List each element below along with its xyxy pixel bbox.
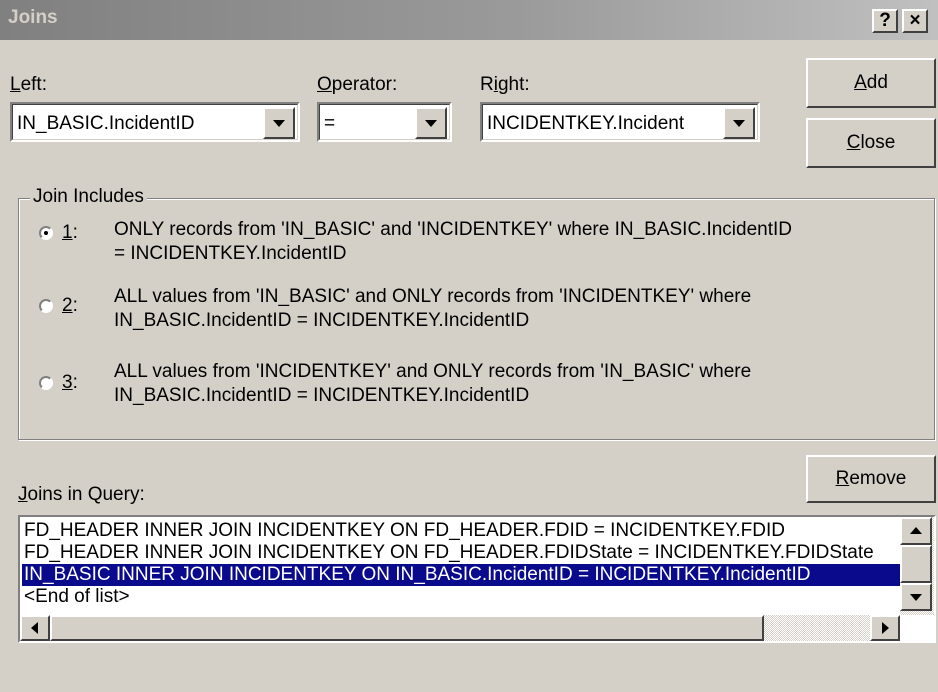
vertical-scrollbar[interactable] — [900, 517, 934, 615]
join-option-3-radio[interactable] — [39, 376, 53, 390]
list-item[interactable]: FD_HEADER INNER JOIN INCIDENTKEY ON FD_H… — [24, 542, 904, 564]
help-icon: ? — [879, 10, 891, 31]
right-field-select[interactable]: INCIDENTKEY.Incident — [480, 102, 760, 142]
close-button[interactable]: Close — [806, 118, 936, 168]
arrow-down-icon — [910, 594, 922, 601]
list-item[interactable]: FD_HEADER INNER JOIN INCIDENTKEY ON FD_H… — [24, 520, 904, 542]
right-dropdown-button[interactable] — [723, 107, 755, 139]
join-option-2-radio[interactable] — [39, 299, 53, 313]
scroll-right-button[interactable] — [870, 615, 900, 641]
join-option-3-number[interactable]: 3: — [62, 372, 78, 394]
window-title: Joins — [8, 7, 58, 28]
arrow-up-icon — [910, 527, 922, 534]
operator-dropdown-button[interactable] — [415, 107, 447, 139]
join-includes-title: Join Includes — [30, 186, 147, 208]
operator-value: = — [324, 113, 336, 134]
close-window-button[interactable]: × — [902, 9, 928, 33]
joins-in-query-label: Joins in Query: — [18, 484, 145, 505]
scroll-down-button[interactable] — [900, 583, 932, 611]
joins-listbox[interactable]: FD_HEADER INNER JOIN INCIDENTKEY ON FD_H… — [18, 515, 936, 643]
arrow-right-icon — [882, 622, 889, 634]
right-field-value: INCIDENTKEY.Incident — [487, 113, 685, 134]
list-item-selected[interactable]: IN_BASIC INNER JOIN INCIDENTKEY ON IN_BA… — [22, 564, 902, 586]
chevron-down-icon — [733, 120, 745, 127]
vertical-scroll-thumb[interactable] — [900, 545, 932, 583]
left-dropdown-button[interactable] — [263, 107, 295, 139]
left-field-value: IN_BASIC.IncidentID — [17, 113, 195, 134]
horizontal-scroll-thumb[interactable] — [50, 615, 764, 641]
join-option-2-label[interactable]: ALL values from 'IN_BASIC' and ONLY reco… — [114, 285, 751, 333]
chevron-down-icon — [273, 120, 285, 127]
close-icon: × — [909, 10, 921, 31]
join-option-3-label[interactable]: ALL values from 'INCIDENTKEY' and ONLY r… — [114, 360, 751, 408]
join-option-2-number[interactable]: 2: — [62, 295, 78, 317]
left-label: Left: — [10, 74, 47, 95]
join-option-1-number[interactable]: 1: — [62, 222, 78, 244]
scroll-left-button[interactable] — [20, 615, 50, 641]
right-label: Right: — [480, 74, 530, 95]
arrow-left-icon — [31, 622, 38, 634]
help-button[interactable]: ? — [872, 9, 898, 33]
left-field-select[interactable]: IN_BASIC.IncidentID — [10, 102, 300, 142]
operator-label: Operator: — [317, 74, 398, 95]
add-button[interactable]: Add — [806, 58, 936, 108]
chevron-down-icon — [425, 120, 437, 127]
join-option-1-radio[interactable] — [39, 226, 53, 240]
scroll-up-button[interactable] — [900, 517, 932, 545]
remove-button[interactable]: Remove — [806, 455, 936, 503]
operator-select[interactable]: = — [317, 102, 452, 142]
title-bar[interactable]: Joins ? × — [0, 0, 938, 40]
list-item-end[interactable]: <End of list> — [24, 586, 904, 608]
horizontal-scrollbar[interactable] — [20, 615, 900, 641]
join-option-1-label[interactable]: ONLY records from 'IN_BASIC' and 'INCIDE… — [114, 218, 792, 266]
